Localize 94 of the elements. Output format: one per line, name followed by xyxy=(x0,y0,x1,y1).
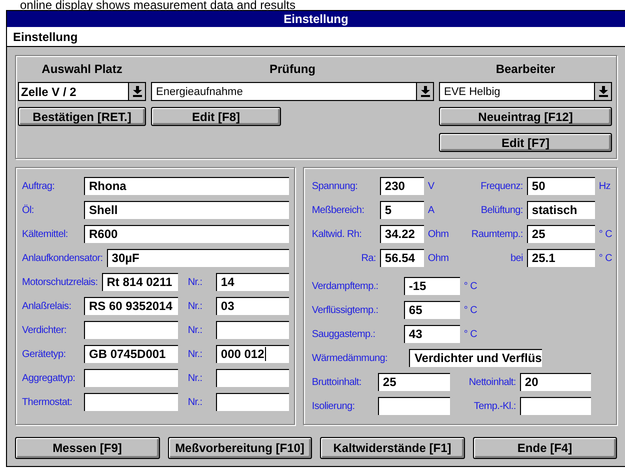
field-label: Nettoinhalt: xyxy=(468,376,516,388)
field-label: Nr.: xyxy=(188,372,204,384)
dropdown[interactable]: Zelle V / 2 xyxy=(18,82,146,101)
value-field[interactable]: 43 xyxy=(402,324,461,344)
text-field[interactable]: Rhona xyxy=(83,176,290,196)
text-field[interactable]: Shell xyxy=(83,200,290,220)
field-label: Kaltwid. Rh: xyxy=(312,228,363,240)
field-label: Belüftung: xyxy=(480,204,523,216)
value-field[interactable]: 5 xyxy=(378,200,425,220)
field-label: Nr.: xyxy=(188,276,204,288)
value-field[interactable]: 230 xyxy=(378,176,425,196)
field-label: ° C xyxy=(464,304,478,316)
text-field[interactable] xyxy=(83,320,179,340)
number-field[interactable]: 000 012 xyxy=(214,344,290,364)
field-label: ° C xyxy=(464,328,478,340)
text-field[interactable]: Verdichter und Verflüs xyxy=(408,348,543,368)
field-label: Temp.-Kl.: xyxy=(472,400,516,412)
number-field[interactable]: 14 xyxy=(214,272,290,292)
text-field[interactable] xyxy=(83,392,179,412)
field-label: Anlaufkondensator: xyxy=(22,252,103,264)
field-label: Gerätetyp: xyxy=(22,348,67,360)
value-field[interactable]: -15 xyxy=(402,276,461,296)
dropdown[interactable]: EVE Helbig xyxy=(439,82,612,101)
dropdown-value: EVE Helbig xyxy=(443,86,502,98)
value-field[interactable]: 25 xyxy=(526,224,596,244)
text-field[interactable]: RS 60 9352014 xyxy=(83,296,179,316)
field-label: Nr.: xyxy=(188,348,204,360)
dropdown-value: Energieaufnahme xyxy=(155,86,244,98)
field-label: Hz xyxy=(598,180,612,192)
action-button[interactable]: Meßvorbereitung [F10] xyxy=(168,437,312,459)
field-label: Thermostat: xyxy=(22,396,74,408)
field-label: Nr.: xyxy=(188,324,204,336)
field-label: Verdampftemp.: xyxy=(312,280,380,292)
value-field[interactable]: 56.54 xyxy=(378,248,425,268)
action-button[interactable]: Bestätigen [RET.] xyxy=(18,107,146,126)
text-field[interactable] xyxy=(83,368,179,388)
menu-item[interactable]: Einstellung xyxy=(13,30,78,44)
field-label: Bruttoinhalt: xyxy=(312,376,362,388)
field-label: V xyxy=(428,180,436,192)
field-label: Nr.: xyxy=(188,300,204,312)
number-field[interactable] xyxy=(214,320,290,340)
value-field[interactable]: 65 xyxy=(402,300,461,320)
field-label: bei xyxy=(509,252,523,264)
field-label: Sauggastemp.: xyxy=(312,328,376,340)
field-label: Nr.: xyxy=(188,396,204,408)
column-header: Bearbeiter xyxy=(494,62,556,76)
value-field[interactable]: statisch xyxy=(526,200,596,220)
field-label: Kältemittel: xyxy=(22,228,69,240)
text-field[interactable]: R600 xyxy=(83,224,290,244)
action-button[interactable]: Messen [F9] xyxy=(15,437,160,459)
window-title: Einstellung xyxy=(7,11,625,27)
field-label: Öl: xyxy=(22,204,35,216)
column-header: Prüfung xyxy=(268,62,316,76)
number-field[interactable] xyxy=(214,392,290,412)
value-field[interactable] xyxy=(518,396,592,416)
column-header: Auswahl Platz xyxy=(40,62,124,76)
field-label: A xyxy=(428,204,436,216)
field-label: Frequenz: xyxy=(480,180,523,192)
action-button[interactable]: Edit [F7] xyxy=(439,133,612,152)
text-field[interactable]: Rt 814 0211 xyxy=(100,272,179,292)
field-label: Verdichter: xyxy=(22,324,68,336)
field-label: Isolierung: xyxy=(312,400,356,412)
field-label: ° C xyxy=(598,252,612,264)
field-label: Meßbereich: xyxy=(312,204,366,216)
value-field[interactable]: 25 xyxy=(376,372,451,392)
number-field[interactable] xyxy=(214,368,290,388)
field-label: ° C xyxy=(464,280,478,292)
dropdown-value: Zelle V / 2 xyxy=(20,84,78,98)
caption-text: online display shows measurement data and results xyxy=(19,0,296,10)
action-button[interactable]: Edit [F8] xyxy=(151,107,281,126)
value-field[interactable]: 50 xyxy=(526,176,596,196)
field-label: Motorschutzrelais: xyxy=(22,276,98,288)
field-label: Auftrag: xyxy=(22,180,56,192)
field-label: Raumtemp.: xyxy=(470,228,523,240)
field-label: Ohm xyxy=(428,228,450,240)
text-field[interactable]: GB 0745D001 xyxy=(83,344,179,364)
action-button[interactable]: Ende [F4] xyxy=(472,437,617,459)
text-field[interactable]: 30µF xyxy=(106,248,290,268)
value-field[interactable]: 34.22 xyxy=(378,224,425,244)
value-field[interactable] xyxy=(376,396,451,416)
value-field[interactable]: 20 xyxy=(518,372,592,392)
field-label: Ra: xyxy=(360,252,376,264)
action-button[interactable]: Kaltwiderstände [F1] xyxy=(320,437,464,459)
field-label: ° C xyxy=(598,228,612,240)
value-field[interactable]: 25.1 xyxy=(526,248,596,268)
action-button[interactable]: Neueintrag [F12] xyxy=(439,107,612,126)
dropdown[interactable]: Energieaufnahme xyxy=(151,82,434,101)
field-label: Anlaßrelais: xyxy=(22,300,72,312)
field-label: Verflüssigtemp.: xyxy=(312,304,380,316)
number-field[interactable]: 03 xyxy=(214,296,290,316)
field-label: Aggregattyp: xyxy=(22,372,76,384)
field-label: Ohm xyxy=(428,252,450,264)
field-label: Wärmedämmung: xyxy=(312,352,388,364)
field-label: Spannung: xyxy=(312,180,359,192)
